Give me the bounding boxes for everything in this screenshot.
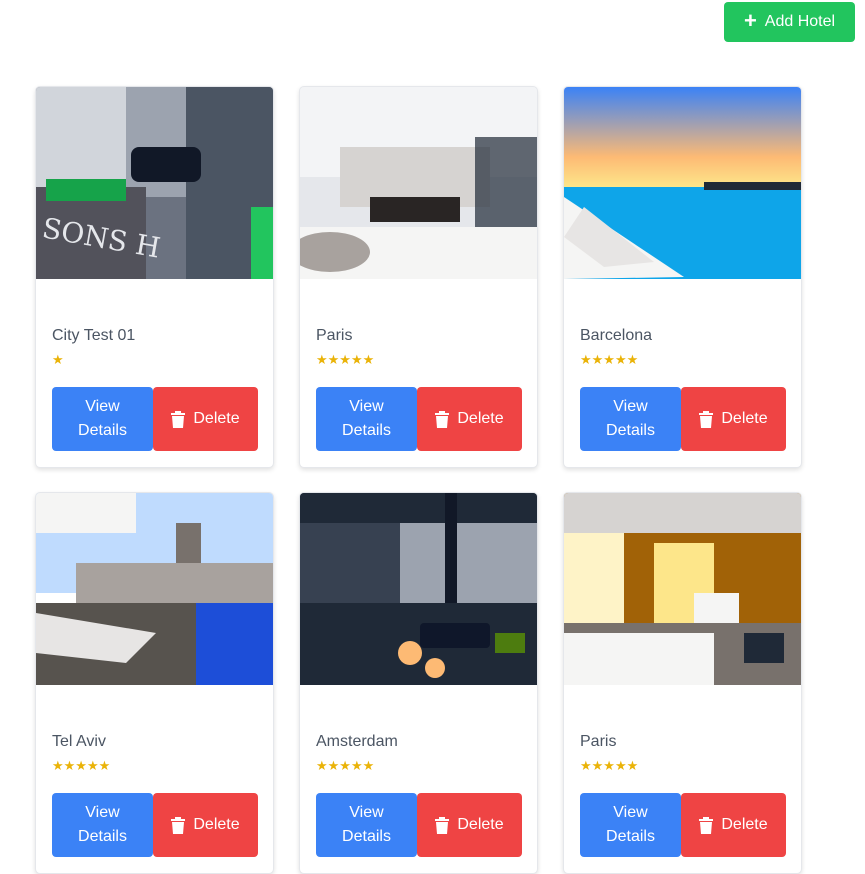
star-rating: ★★★★★ bbox=[52, 758, 111, 773]
delete-label: Delete bbox=[721, 410, 768, 427]
plus-icon: + bbox=[743, 8, 757, 33]
hotel-card: Barcelona ★★★★★ View Details Delete bbox=[563, 86, 802, 468]
view-details-button[interactable]: View Details bbox=[52, 387, 153, 451]
trash-icon bbox=[435, 816, 450, 834]
hotel-card: Amsterdam ★★★★★ View Details Delete bbox=[299, 492, 538, 874]
view-details-button[interactable]: View Details bbox=[316, 387, 417, 451]
trash-icon bbox=[435, 410, 450, 428]
add-hotel-label: Add Hotel bbox=[764, 13, 836, 30]
star-rating: ★★★★★ bbox=[316, 352, 375, 367]
view-details-button[interactable]: View Details bbox=[580, 387, 681, 451]
delete-label: Delete bbox=[457, 410, 504, 427]
hotel-image bbox=[564, 87, 801, 279]
hotel-image bbox=[300, 87, 537, 279]
hotel-card: Paris ★★★★★ View Details Delete bbox=[299, 86, 538, 468]
hotel-card: SONS H City Test 01 ★ View Details Delet… bbox=[35, 86, 274, 468]
hotel-image bbox=[36, 493, 273, 685]
delete-label: Delete bbox=[193, 410, 240, 427]
hotel-city: Paris bbox=[580, 733, 617, 750]
trash-icon bbox=[699, 410, 714, 428]
delete-label: Delete bbox=[457, 816, 504, 833]
hotel-city: Tel Aviv bbox=[52, 733, 106, 750]
star-rating: ★★★★★ bbox=[580, 758, 639, 773]
delete-button[interactable]: Delete bbox=[153, 793, 258, 857]
delete-button[interactable]: Delete bbox=[153, 387, 258, 451]
trash-icon bbox=[171, 410, 186, 428]
hotel-card: Paris ★★★★★ View Details Delete bbox=[563, 492, 802, 874]
delete-label: Delete bbox=[193, 816, 240, 833]
view-details-button[interactable]: View Details bbox=[52, 793, 153, 857]
delete-button[interactable]: Delete bbox=[417, 387, 522, 451]
hotel-image bbox=[300, 493, 537, 685]
hotel-city: Amsterdam bbox=[316, 733, 398, 750]
delete-label: Delete bbox=[721, 816, 768, 833]
hotel-city: Barcelona bbox=[580, 327, 653, 344]
trash-icon bbox=[171, 816, 186, 834]
hotel-image: SONS H bbox=[36, 87, 273, 279]
hotel-image bbox=[564, 493, 801, 685]
delete-button[interactable]: Delete bbox=[681, 793, 786, 857]
hotel-city: Paris bbox=[316, 327, 353, 344]
add-hotel-button[interactable]: + Add Hotel bbox=[724, 2, 855, 42]
star-rating: ★★★★★ bbox=[316, 758, 375, 773]
trash-icon bbox=[699, 816, 714, 834]
delete-button[interactable]: Delete bbox=[417, 793, 522, 857]
star-rating: ★★★★★ bbox=[580, 352, 639, 367]
delete-button[interactable]: Delete bbox=[681, 387, 786, 451]
hotel-card: Tel Aviv ★★★★★ View Details Delete bbox=[35, 492, 274, 874]
view-details-button[interactable]: View Details bbox=[580, 793, 681, 857]
star-rating: ★ bbox=[52, 352, 64, 367]
view-details-button[interactable]: View Details bbox=[316, 793, 417, 857]
hotel-city: City Test 01 bbox=[52, 327, 136, 344]
